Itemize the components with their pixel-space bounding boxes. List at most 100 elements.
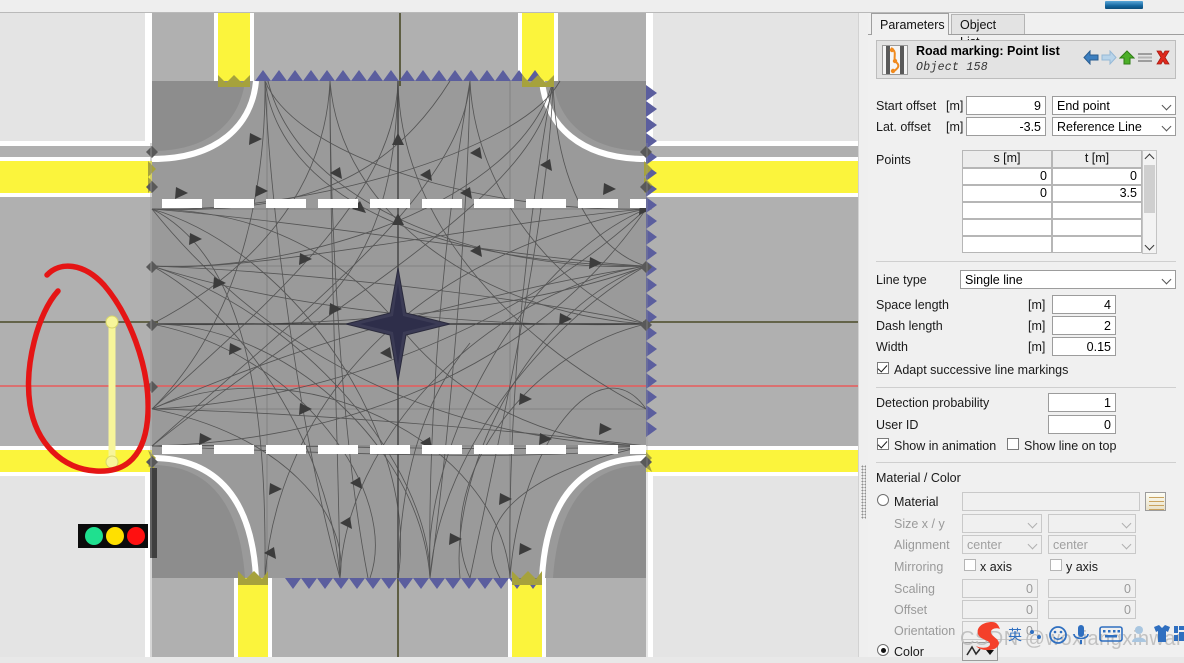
- space-length-unit: [m]: [1028, 298, 1046, 312]
- scaling-y-input[interactable]: 0: [1048, 579, 1136, 598]
- reference-point-value: End point: [1057, 99, 1110, 113]
- next-object-icon[interactable]: [1101, 49, 1117, 68]
- divider-points: [876, 261, 1176, 262]
- material-radio[interactable]: [877, 494, 889, 506]
- alignment-x-select[interactable]: center: [962, 535, 1042, 554]
- scrollbar-thumb[interactable]: [1144, 165, 1155, 213]
- points-cell-s-4[interactable]: [962, 236, 1052, 253]
- start-offset-label: Start offset: [876, 99, 937, 113]
- traffic-light-red: [127, 527, 145, 545]
- delete-icon[interactable]: [1155, 50, 1171, 68]
- show-line-on-top-checkbox[interactable]: [1007, 438, 1019, 450]
- tab-parameters[interactable]: Parameters: [871, 13, 949, 35]
- show-in-animation-checkbox[interactable]: [877, 438, 889, 450]
- chinese-english-toggle-icon: 英: [1008, 627, 1022, 644]
- alignment-label: Alignment: [894, 538, 950, 552]
- dash-length-unit: [m]: [1028, 319, 1046, 333]
- points-cell-s-2[interactable]: [962, 202, 1052, 219]
- object-header: Road marking: Point list Object 158: [876, 40, 1176, 79]
- material-label: Material: [894, 495, 939, 509]
- adapt-successive-label: Adapt successive line markings: [894, 363, 1069, 377]
- median-yellow-left-top: [0, 161, 155, 193]
- dash-length-input[interactable]: 2: [1052, 316, 1116, 335]
- lat-offset-input[interactable]: -3.5: [966, 117, 1046, 136]
- points-scrollbar[interactable]: [1142, 150, 1157, 254]
- previous-object-icon[interactable]: [1083, 49, 1099, 68]
- object-action-icons: [1083, 49, 1171, 68]
- size-x-select[interactable]: [962, 514, 1042, 533]
- parameters-panel: Parameters Object List Road marking: Poi…: [868, 13, 1184, 661]
- ime-toolbar[interactable]: 英: [962, 620, 1184, 654]
- voice-input-icon: [1073, 625, 1089, 644]
- points-col-t: t [m]: [1052, 150, 1142, 168]
- scaling-label: Scaling: [894, 582, 935, 596]
- space-length-label: Space length: [876, 298, 949, 312]
- width-input[interactable]: 0.15: [1052, 337, 1116, 356]
- alignment-y-select[interactable]: center: [1048, 535, 1136, 554]
- size-label: Size x / y: [894, 517, 945, 531]
- offset-x-input[interactable]: 0: [962, 600, 1038, 619]
- offset-y-input[interactable]: 0: [1048, 600, 1136, 619]
- material-browse-button[interactable]: [1145, 492, 1166, 511]
- points-cell-t-1[interactable]: 3.5: [1052, 185, 1142, 202]
- mirror-x-checkbox[interactable]: [964, 559, 976, 571]
- object-subtitle: Object 158: [916, 61, 989, 74]
- reference-line-value: Reference Line: [1057, 120, 1142, 134]
- points-cell-s-1[interactable]: 0: [962, 185, 1052, 202]
- splitter-grip-icon[interactable]: [861, 465, 866, 519]
- scroll-down-icon[interactable]: [1143, 240, 1156, 253]
- points-cell-t-2[interactable]: [1052, 202, 1142, 219]
- punctuation-icon: [1030, 630, 1041, 639]
- width-unit: [m]: [1028, 340, 1046, 354]
- space-length-input[interactable]: 4: [1052, 295, 1116, 314]
- panel-tabbar: Parameters Object List: [868, 13, 1184, 49]
- detection-probability-input[interactable]: 1: [1048, 393, 1116, 412]
- detection-probability-label: Detection probability: [876, 396, 990, 410]
- adapt-successive-checkbox[interactable]: [877, 362, 889, 374]
- road-network-canvas[interactable]: [0, 13, 858, 657]
- mirror-x-label: x axis: [980, 560, 1012, 574]
- move-up-icon[interactable]: [1118, 50, 1136, 68]
- tab-object-list[interactable]: Object List: [951, 14, 1025, 49]
- lat-offset-unit: [m]: [946, 120, 964, 134]
- median-yellow-bottom-left: [238, 573, 268, 657]
- scroll-up-icon[interactable]: [1143, 151, 1156, 164]
- width-label: Width: [876, 340, 908, 354]
- line-type-select[interactable]: Single line: [960, 270, 1176, 289]
- size-y-select[interactable]: [1048, 514, 1136, 533]
- line-type-value: Single line: [965, 273, 1023, 287]
- mirroring-label: Mirroring: [894, 560, 944, 574]
- chevron-down-icon: [1029, 520, 1037, 528]
- reference-line-select[interactable]: Reference Line: [1052, 117, 1176, 136]
- mirror-y-label: y axis: [1066, 560, 1098, 574]
- emoji-icon: [1049, 626, 1067, 644]
- material-section-label: Material / Color: [876, 471, 961, 485]
- median-yellow-right-bottom: [643, 450, 858, 472]
- list-icon[interactable]: [1137, 50, 1153, 68]
- color-radio[interactable]: [877, 644, 889, 656]
- points-cell-t-3[interactable]: [1052, 219, 1142, 236]
- points-col-s: s [m]: [962, 150, 1052, 168]
- line-type-label: Line type: [876, 273, 927, 287]
- start-offset-unit: [m]: [946, 99, 964, 113]
- chevron-down-icon: [1123, 520, 1131, 528]
- alignment-y-value: center: [1053, 538, 1088, 552]
- scaling-x-input[interactable]: 0: [962, 579, 1038, 598]
- show-in-animation-label: Show in animation: [894, 439, 997, 453]
- apps-icon: [1174, 626, 1184, 641]
- keyboard-icon: [1099, 626, 1123, 642]
- reference-point-select[interactable]: End point: [1052, 96, 1176, 115]
- mirror-y-checkbox[interactable]: [1050, 559, 1062, 571]
- user-icon: [1132, 626, 1146, 642]
- points-cell-t-4[interactable]: [1052, 236, 1142, 253]
- material-input[interactable]: [962, 492, 1140, 511]
- window-top-strip: [0, 0, 1184, 13]
- dash-length-label: Dash length: [876, 319, 943, 333]
- points-cell-s-3[interactable]: [962, 219, 1052, 236]
- divider-detection: [876, 462, 1176, 463]
- points-cell-t-0[interactable]: 0: [1052, 168, 1142, 185]
- road-marking-icon: [882, 45, 908, 75]
- user-id-input[interactable]: 0: [1048, 415, 1116, 434]
- points-cell-s-0[interactable]: 0: [962, 168, 1052, 185]
- start-offset-input[interactable]: 9: [966, 96, 1046, 115]
